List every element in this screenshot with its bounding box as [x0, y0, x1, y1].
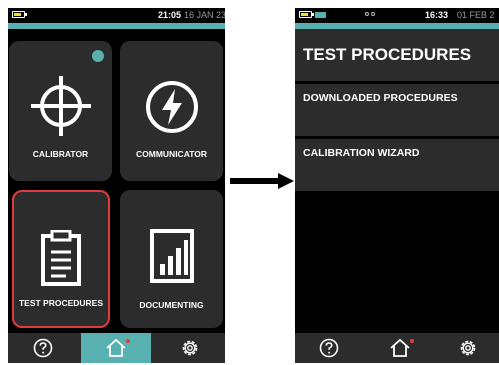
status-bar: 21:05 16 JAN 23: [8, 8, 225, 23]
indicator-icon: [371, 12, 375, 16]
notification-dot: [410, 339, 414, 343]
connection-icon: [315, 12, 326, 18]
home-icon: [106, 338, 126, 357]
status-date: 01 FEB 2: [457, 10, 495, 20]
notification-dot: [126, 339, 130, 343]
bottom-nav: [8, 333, 225, 363]
right-arrow-icon: [230, 173, 294, 189]
home-icon: [390, 338, 410, 357]
status-bar: 16:33 01 FEB 2: [295, 8, 499, 23]
settings-gear-icon: [460, 340, 476, 356]
communicator-tile[interactable]: COMMUNICATOR: [120, 41, 223, 181]
battery-icon: [299, 11, 314, 18]
settings-button[interactable]: [154, 333, 225, 363]
status-time: 21:05: [158, 10, 182, 20]
menu-item-downloaded-procedures[interactable]: DOWNLOADED PROCEDURES: [295, 84, 499, 136]
battery-icon: [12, 11, 27, 18]
bottom-nav: [295, 333, 499, 363]
lightning-bolt-icon: [145, 81, 198, 133]
calibrator-tile[interactable]: CALIBRATOR: [9, 41, 112, 181]
crosshair-icon: [30, 76, 91, 136]
help-button[interactable]: [8, 333, 78, 363]
menu-item-calibration-wizard[interactable]: CALIBRATION WIZARD: [295, 139, 499, 191]
help-icon: [319, 338, 339, 358]
settings-gear-icon: [182, 340, 197, 356]
test-procedures-tile[interactable]: TEST PROCEDURES: [12, 190, 110, 328]
status-time: 16:33: [425, 10, 449, 20]
test-procedures-screen: 16:33 01 FEB 2 TEST PROCEDURES DOWNLOADE…: [295, 8, 499, 363]
clipboard-icon: [41, 230, 81, 286]
tile-label: CALIBRATOR: [32, 149, 89, 159]
accent-bar: [8, 23, 225, 29]
documenting-tile[interactable]: DOCUMENTING: [120, 190, 223, 328]
home-screen: 21:05 16 JAN 23 CALIBRATOR COMMUNICATOR: [8, 8, 225, 363]
settings-button[interactable]: [437, 333, 499, 363]
indicator-icon: [365, 12, 369, 16]
help-button[interactable]: [295, 333, 363, 363]
tile-label: TEST PROCEDURES: [18, 298, 104, 308]
tile-label: COMMUNICATOR: [136, 149, 207, 159]
bar-chart-icon: [149, 229, 194, 283]
home-button[interactable]: [366, 333, 434, 363]
help-icon: [33, 338, 53, 358]
home-button[interactable]: [81, 333, 151, 363]
status-dot: [92, 50, 104, 62]
page-title: TEST PROCEDURES: [295, 29, 499, 81]
tile-label: DOCUMENTING: [139, 300, 204, 310]
status-date: 16 JAN 23: [184, 10, 225, 20]
